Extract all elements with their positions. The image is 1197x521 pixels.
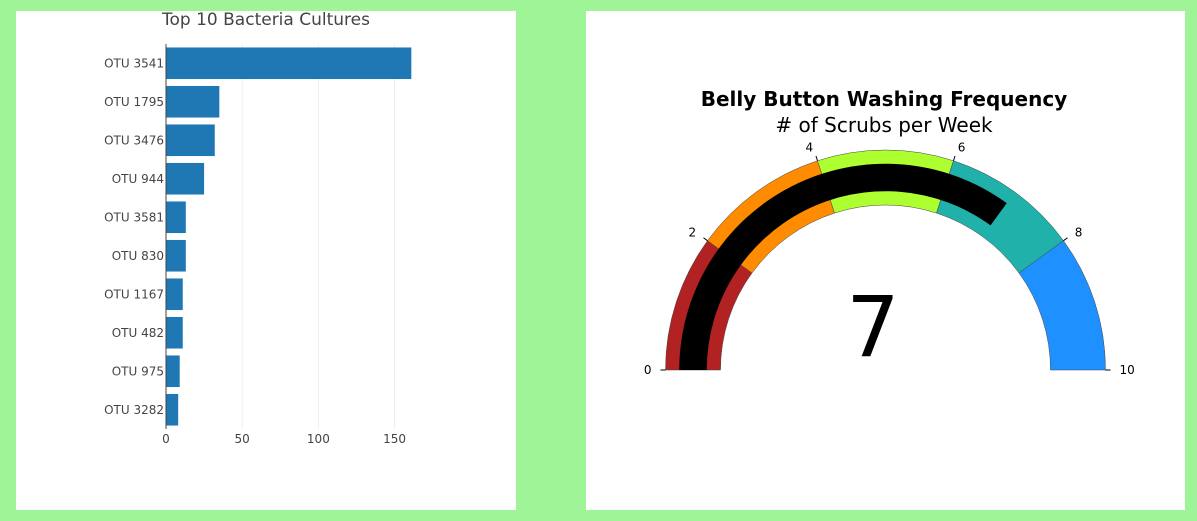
gauge-value: 7 (846, 278, 899, 376)
gauge-subtitle: # of Scrubs per Week (775, 113, 993, 137)
y-tick-label: OTU 944 (112, 172, 164, 186)
gauge-tick-mark (953, 155, 956, 161)
y-tick-label: OTU 3581 (104, 210, 164, 224)
gauge-tick-label: 10 (1120, 363, 1135, 377)
bar (166, 124, 215, 157)
x-tick-label: 150 (383, 432, 406, 446)
x-tick-label: 100 (307, 432, 330, 446)
gauge-chart: Belly Button Washing Frequency # of Scru… (644, 87, 1135, 377)
y-tick-label: OTU 1795 (104, 95, 164, 109)
bar (166, 355, 180, 388)
x-tick-label: 0 (162, 432, 170, 446)
bar-chart: Top 10 Bacteria Cultures OTU 3541 OTU 179… (104, 11, 412, 446)
y-tick-label: OTU 3541 (104, 56, 164, 70)
bar-chart-panel: Top 10 Bacteria Cultures OTU 3541 OTU 179… (16, 11, 516, 510)
gauge-tick-label: 2 (689, 225, 697, 239)
bar (166, 278, 183, 311)
gauge-tick-label: 0 (644, 363, 652, 377)
y-tick-label: OTU 482 (112, 326, 164, 340)
y-tick-label: OTU 1167 (104, 287, 164, 301)
gauge-tick-label: 4 (806, 140, 814, 154)
gauge-tick-mark (703, 237, 708, 242)
gauge-tick-mark (1063, 237, 1068, 242)
gauge-chart-panel: Belly Button Washing Frequency # of Scru… (586, 11, 1185, 510)
bar (166, 85, 220, 118)
bar-chart-title: Top 10 Bacteria Cultures (161, 11, 370, 30)
bar (166, 162, 205, 195)
y-tick-label: OTU 3476 (104, 133, 164, 147)
gauge-title: Belly Button Washing Frequency (701, 87, 1067, 111)
bar (166, 239, 186, 272)
bar (166, 393, 179, 426)
bar (166, 316, 183, 349)
bar (166, 47, 412, 80)
gauge-value-bar (679, 163, 1007, 370)
gauge-tick-mark (815, 155, 818, 161)
y-tick-label: OTU 3282 (104, 403, 164, 417)
gauge-tick-label: 6 (958, 140, 966, 154)
y-tick-label: OTU 975 (112, 364, 164, 378)
x-tick-label: 50 (235, 432, 250, 446)
gauge-tick-label: 8 (1075, 225, 1083, 239)
y-tick-label: OTU 830 (112, 249, 164, 263)
bar (166, 201, 186, 234)
